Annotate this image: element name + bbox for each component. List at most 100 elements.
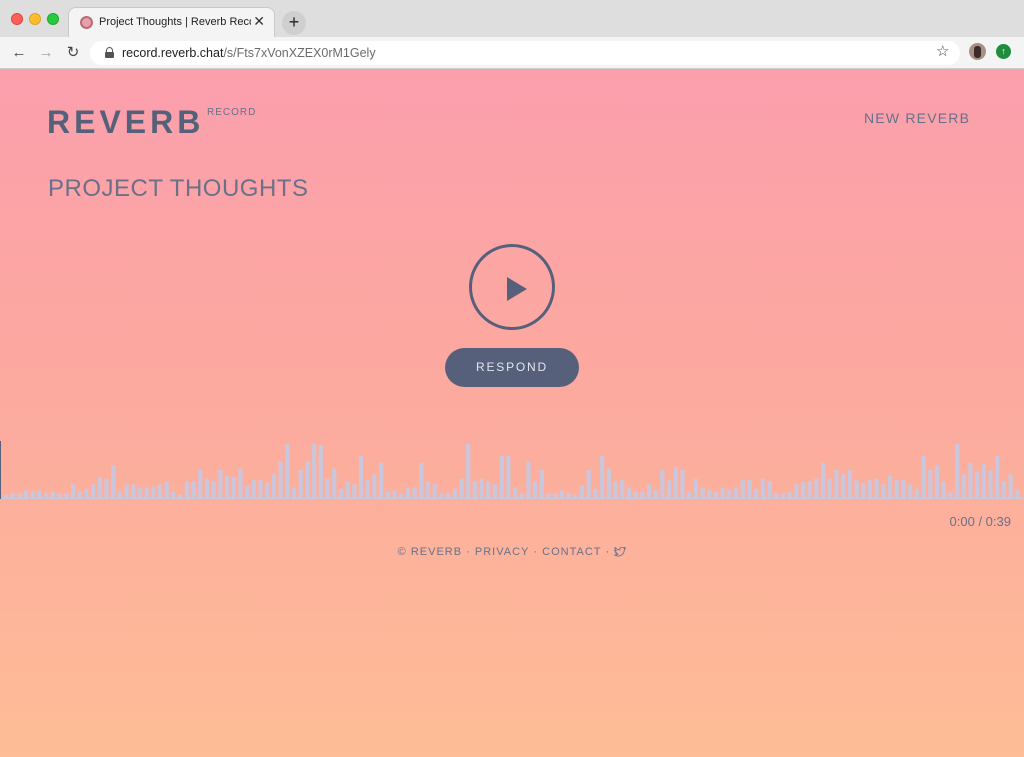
waveform-bar (211, 481, 216, 499)
footer-separator: · (466, 546, 471, 559)
waveform-bar (673, 467, 678, 499)
waveform-bar (298, 470, 303, 499)
waveform-bar (432, 484, 437, 499)
page: REVERB RECORD NEW REVERB PROJECT THOUGHT… (0, 69, 1024, 757)
profile-avatar[interactable] (969, 43, 986, 60)
waveform-bar (867, 480, 873, 499)
address-bar[interactable]: record.reverb.chat/s/Fts7xVonXZEX0rM1Gel… (90, 41, 960, 65)
minimize-window-button[interactable] (29, 13, 41, 25)
waveform-bar (486, 481, 491, 499)
waveform-bar (955, 443, 960, 499)
lock-icon (105, 47, 114, 58)
waveform-bar (258, 480, 263, 499)
url-host: record.reverb.chat (122, 46, 224, 60)
waveform-bar (941, 481, 946, 499)
waveform-bar (586, 470, 591, 499)
waveform-bar (821, 462, 826, 499)
waveform-bar (767, 481, 772, 499)
waveform-bar (158, 484, 163, 499)
waveform-bar (888, 475, 893, 499)
waveform-bar (981, 464, 986, 499)
waveform-bar (928, 470, 933, 499)
waveform-bar (104, 478, 109, 499)
waveform-bar (1001, 481, 1007, 499)
waveform-bar (91, 484, 96, 499)
waveform-bar (680, 470, 685, 499)
url-text: record.reverb.chat/s/Fts7xVonXZEX0rM1Gel… (122, 46, 376, 60)
url-path: /s/Fts7xVonXZEX0rM1Gely (223, 46, 376, 60)
forward-arrow-icon[interactable]: → (36, 43, 56, 63)
privacy-link[interactable]: PRIVACY (475, 546, 529, 558)
new-reverb-link[interactable]: NEW REVERB (864, 110, 970, 126)
waveform-bar (312, 443, 317, 499)
waveform-bar (613, 481, 618, 499)
zoom-window-button[interactable] (47, 13, 59, 25)
waveform-bar (251, 480, 256, 499)
play-button[interactable] (469, 244, 555, 330)
reverb-logo[interactable]: REVERB (47, 105, 204, 139)
waveform-bar (827, 478, 832, 499)
waveform-bar (807, 481, 812, 499)
waveform-bar (533, 481, 538, 499)
respond-button[interactable]: RESPOND (445, 348, 579, 387)
waveform-bar (847, 470, 853, 499)
new-tab-button[interactable]: + (282, 11, 306, 35)
waveform-bar (1008, 474, 1013, 499)
tab-title: Project Thoughts | Reverb Record (99, 16, 251, 28)
extension-icon[interactable]: ↑ (996, 44, 1011, 59)
waveform-bar (372, 474, 377, 499)
waveform-bar (660, 470, 665, 499)
waveform-bar (834, 470, 839, 499)
reload-icon[interactable]: ↻ (63, 43, 83, 63)
back-arrow-icon[interactable]: ← (9, 43, 29, 63)
contact-link[interactable]: CONTACT (542, 546, 601, 558)
waveform[interactable] (0, 441, 1024, 499)
waveform-bar (968, 462, 973, 499)
bookmark-star-icon[interactable]: ☆ (936, 42, 949, 60)
tab-close-icon[interactable]: ✕ (253, 14, 265, 28)
waveform-bar (225, 475, 230, 499)
waveform-bar (70, 484, 76, 499)
waveform-bar (881, 484, 886, 499)
waveform-bar (318, 445, 323, 499)
waveform-bar (325, 478, 330, 499)
tab-bar: Project Thoughts | Reverb Record ✕ + (0, 0, 1024, 37)
waveform-bar (218, 470, 223, 499)
waveform-bar (472, 481, 477, 499)
waveform-bar (934, 465, 940, 499)
logo-subtitle: RECORD (207, 107, 257, 118)
browser-tab[interactable]: Project Thoughts | Reverb Record ✕ (68, 7, 275, 37)
close-window-button[interactable] (11, 13, 23, 25)
waveform-bar (365, 480, 370, 499)
waveform-bar (479, 478, 484, 499)
footer: © REVERB · PRIVACY · CONTACT · (0, 546, 1024, 558)
waveform-bar (874, 478, 879, 499)
waveform-bar (667, 480, 672, 499)
waveform-bar (901, 480, 906, 499)
waveform-bar (238, 468, 243, 499)
waveform-bar (526, 461, 531, 499)
playback-cursor[interactable] (0, 441, 1, 499)
waveform-bar (332, 468, 337, 499)
footer-separator: · (533, 546, 539, 559)
favicon-icon (80, 16, 93, 29)
waveform-bar (492, 484, 498, 499)
waveform-bar (600, 455, 605, 499)
waveform-bar (191, 481, 196, 499)
waveform-bar (379, 462, 384, 499)
twitter-icon[interactable] (614, 547, 627, 557)
waveform-bar (352, 484, 357, 499)
waveform-bar (693, 478, 698, 499)
waveform-bar (506, 455, 511, 499)
waveform-bar (198, 470, 203, 499)
browser-toolbar: ← → ↻ record.reverb.chat/s/Fts7xVonXZEX0… (0, 37, 1024, 69)
waveform-bar (988, 470, 993, 499)
waveform-bar (794, 484, 799, 499)
waveform-bar (358, 455, 364, 499)
waveform-bar (425, 481, 431, 499)
waveform-bar (231, 477, 236, 499)
waveform-bar (184, 481, 189, 499)
waveform-bar (740, 480, 745, 499)
waveform-bar (539, 470, 544, 499)
waveform-bar (975, 471, 980, 499)
